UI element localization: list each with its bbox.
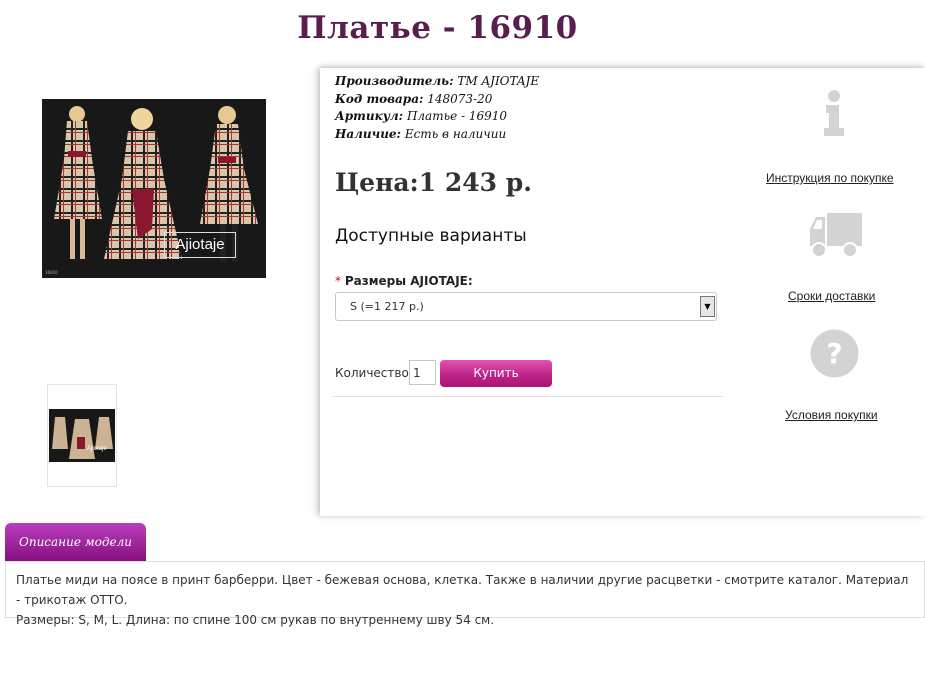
size-label-text: Размеры AJIOTAJE: <box>344 274 473 288</box>
product-info-panel: Производитель: ТМ AJIOTAJE Код товара: 1… <box>320 68 925 516</box>
thumbnail-image: Ajiotaje <box>49 409 115 462</box>
meta-label: Код товара: <box>335 91 424 106</box>
meta-product-code: Код товара: 148073-20 <box>335 91 539 109</box>
quantity-input[interactable] <box>409 360 436 385</box>
thumbnail-graphic <box>49 409 115 462</box>
tab-description[interactable]: Описание модели <box>5 523 146 561</box>
info-icon <box>824 90 844 136</box>
product-meta: Производитель: ТМ AJIOTAJE Код товара: 1… <box>335 73 539 143</box>
quantity-label: Количество: <box>335 366 413 380</box>
size-label: * Размеры AJIOTAJE: <box>335 274 473 288</box>
brand-watermark: Ajiotaje <box>164 232 236 258</box>
delivery-terms-link[interactable]: Сроки доставки <box>788 289 875 303</box>
buy-button[interactable]: Купить <box>440 360 552 387</box>
meta-value: Платье - 16910 <box>406 109 508 123</box>
meta-availability: Наличие: Есть в наличии <box>335 126 539 144</box>
chevron-down-icon[interactable]: ▼ <box>700 296 715 317</box>
meta-value: ТМ AJIOTAJE <box>457 74 540 88</box>
variants-heading: Доступные варианты <box>335 226 527 246</box>
size-select-value: S (=1 217 р.) <box>350 300 424 313</box>
price: Цена:1 243 р. <box>335 168 532 197</box>
question-icon: ? <box>810 329 859 378</box>
meta-value: Есть в наличии <box>404 126 507 141</box>
size-select[interactable]: S (=1 217 р.) ▼ <box>335 292 717 321</box>
product-thumbnail[interactable]: Ajiotaje <box>47 384 117 487</box>
description-line: Платье миди на поясе в принт барберри. Ц… <box>16 573 909 607</box>
product-description: Платье миди на поясе в принт барберри. Ц… <box>5 561 925 627</box>
description-line: Размеры: S, M, L. Длина: по спине 100 см… <box>16 613 495 627</box>
image-code: 16910 <box>45 270 58 275</box>
required-mark: * <box>335 274 341 288</box>
purchase-instructions-link[interactable]: Инструкция по покупке <box>766 171 894 185</box>
meta-article: Артикул: Платье - 16910 <box>335 108 539 126</box>
divider <box>332 396 723 397</box>
page-title: Платье - 16910 <box>297 10 578 46</box>
svg-text:?: ? <box>826 337 842 370</box>
thumbnail-brand: Ajiotaje <box>87 446 107 452</box>
meta-manufacturer: Производитель: ТМ AJIOTAJE <box>335 73 539 91</box>
meta-value: 148073-20 <box>427 91 493 106</box>
truck-icon <box>810 213 862 258</box>
meta-label: Артикул: <box>335 109 404 123</box>
meta-label: Производитель: <box>335 74 454 88</box>
product-main-image[interactable]: Ajiotaje 16910 <box>42 99 266 278</box>
meta-label: Наличие: <box>335 126 401 141</box>
purchase-conditions-link[interactable]: Условия покупки <box>785 408 878 422</box>
